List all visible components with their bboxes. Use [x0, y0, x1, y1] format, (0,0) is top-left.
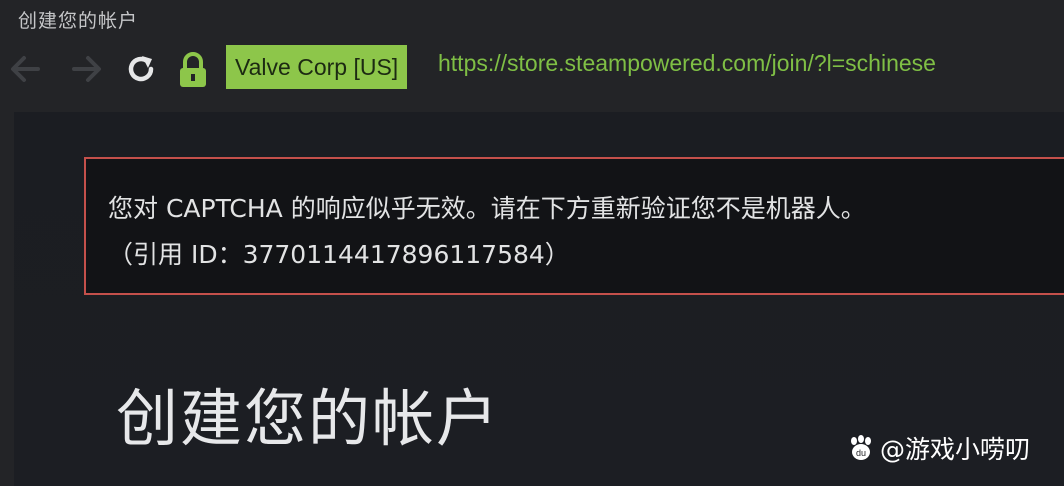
svg-text:du: du — [856, 448, 866, 458]
watermark: du @游戏小唠叨 — [846, 430, 1030, 466]
lock-button[interactable] — [172, 49, 214, 91]
back-button[interactable] — [4, 48, 46, 90]
error-reference-id: （引用 ID：3770114417896117584） — [108, 240, 570, 269]
arrow-right-icon — [72, 56, 101, 82]
reload-icon — [128, 56, 154, 82]
certificate-badge[interactable]: Valve Corp [US] — [226, 45, 408, 89]
address-bar-url[interactable]: https://store.steampowered.com/join/?l=s… — [438, 50, 936, 77]
captcha-error-box: 您对 CAPTCHA 的响应似乎无效。请在下方重新验证您不是机器人。 （引用 I… — [84, 157, 1064, 295]
lock-icon — [180, 52, 206, 87]
reload-button[interactable] — [120, 48, 162, 90]
window-title: 创建您的帐户 — [18, 10, 139, 32]
page-title: 创建您的帐户 — [116, 382, 501, 455]
error-message: 您对 CAPTCHA 的响应似乎无效。请在下方重新验证您不是机器人。 — [108, 194, 866, 223]
paw-logo-icon: du — [851, 435, 871, 460]
browser-toolbar: Valve Corp [US] https://store.steampower… — [0, 40, 1064, 98]
forward-button[interactable] — [66, 48, 108, 90]
watermark-text: @游戏小唠叨 — [880, 435, 1031, 464]
browser-window: 创建您的帐户 Valve Corp [US] https://store.ste… — [0, 0, 1064, 486]
arrow-left-icon — [11, 56, 40, 82]
